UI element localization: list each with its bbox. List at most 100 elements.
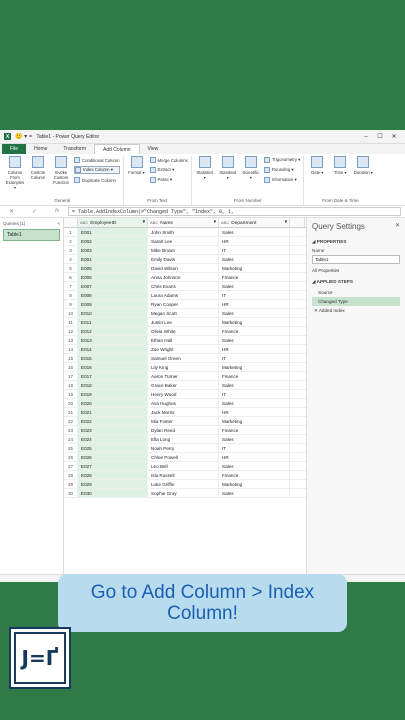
- statistics-button[interactable]: Statistics ▾: [195, 156, 215, 197]
- tab-add-column[interactable]: Add Column: [94, 144, 140, 154]
- row-number[interactable]: 20: [64, 399, 78, 407]
- department-cell[interactable]: Finance: [219, 327, 290, 335]
- employeeid-cell[interactable]: E021: [78, 408, 148, 416]
- row-number[interactable]: 29: [64, 480, 78, 488]
- employeeid-cell[interactable]: E016: [78, 363, 148, 371]
- maximize-button[interactable]: ☐: [373, 133, 387, 140]
- department-cell[interactable]: Sales: [219, 309, 290, 317]
- employeeid-cell[interactable]: E007: [78, 282, 148, 290]
- employeeid-cell[interactable]: E025: [78, 444, 148, 452]
- employeeid-cell[interactable]: E026: [78, 453, 148, 461]
- row-number[interactable]: 30: [64, 489, 78, 497]
- name-cell[interactable]: Justin Lee: [148, 318, 219, 326]
- employeeid-cell[interactable]: E015: [78, 354, 148, 362]
- name-cell[interactable]: Mike Brown: [148, 246, 219, 254]
- tab-view[interactable]: View: [140, 144, 167, 154]
- row-number[interactable]: 12: [64, 327, 78, 335]
- row-number[interactable]: 2: [64, 237, 78, 245]
- name-cell[interactable]: Mia Foster: [148, 417, 219, 425]
- index-column-button[interactable]: Index Column ▾: [74, 166, 120, 174]
- name-cell[interactable]: Dylan Reed: [148, 426, 219, 434]
- text-type-icon[interactable]: ABC: [80, 220, 88, 225]
- merge-columns-button[interactable]: Merge Columns: [149, 156, 188, 164]
- tab-home[interactable]: Home: [26, 144, 55, 154]
- tab-file[interactable]: File: [2, 144, 27, 154]
- row-number[interactable]: 25: [64, 444, 78, 452]
- row-number[interactable]: 15: [64, 354, 78, 362]
- department-cell[interactable]: Marketing: [219, 363, 290, 371]
- duplicate-column-button[interactable]: Duplicate Column: [74, 176, 120, 184]
- row-number[interactable]: 24: [64, 435, 78, 443]
- step-changed-type[interactable]: Changed Type: [312, 297, 400, 306]
- name-cell[interactable]: Olivia White: [148, 327, 219, 335]
- employeeid-cell[interactable]: E022: [78, 417, 148, 425]
- department-cell[interactable]: Sales: [219, 282, 290, 290]
- department-cell[interactable]: Sales: [219, 399, 290, 407]
- department-cell[interactable]: Sales: [219, 255, 290, 263]
- employeeid-cell[interactable]: E003: [78, 246, 148, 254]
- text-type-icon[interactable]: ABC: [150, 220, 158, 225]
- name-cell[interactable]: Ava Hughes: [148, 399, 219, 407]
- name-cell[interactable]: Sarah Lee: [148, 237, 219, 245]
- query-name-input[interactable]: Table1: [312, 255, 400, 264]
- row-number[interactable]: 11: [64, 318, 78, 326]
- date-button[interactable]: Date ▾: [307, 156, 327, 197]
- department-cell[interactable]: IT: [219, 390, 290, 398]
- department-cell[interactable]: IT: [219, 246, 290, 254]
- name-cell[interactable]: Grace Baker: [148, 381, 219, 389]
- row-number[interactable]: 26: [64, 453, 78, 461]
- department-cell[interactable]: Sales: [219, 336, 290, 344]
- employeeid-cell[interactable]: E010: [78, 309, 148, 317]
- filter-dropdown-icon[interactable]: ▾: [214, 220, 216, 225]
- row-number[interactable]: 27: [64, 462, 78, 470]
- department-cell[interactable]: Finance: [219, 471, 290, 479]
- employeeid-cell[interactable]: E019: [78, 390, 148, 398]
- row-number[interactable]: 3: [64, 246, 78, 254]
- row-number[interactable]: 22: [64, 417, 78, 425]
- column-header-name[interactable]: ABC Name ▾: [148, 218, 219, 227]
- cancel-formula-icon[interactable]: ✕: [9, 208, 14, 215]
- department-cell[interactable]: Finance: [219, 372, 290, 380]
- close-settings-icon[interactable]: ✕: [395, 222, 400, 231]
- row-number[interactable]: 21: [64, 408, 78, 416]
- name-cell[interactable]: Ethan Hall: [148, 336, 219, 344]
- name-cell[interactable]: Samuel Green: [148, 354, 219, 362]
- department-cell[interactable]: Finance: [219, 273, 290, 281]
- information-button[interactable]: Information ▾: [263, 176, 301, 184]
- department-cell[interactable]: HR: [219, 300, 290, 308]
- format-button[interactable]: Format ▾: [127, 156, 147, 197]
- name-cell[interactable]: Luke Griffin: [148, 480, 219, 488]
- employeeid-cell[interactable]: E006: [78, 273, 148, 281]
- formula-input[interactable]: = Table.AddIndexColumn(#"Changed Type", …: [68, 207, 401, 216]
- employeeid-cell[interactable]: E024: [78, 435, 148, 443]
- standard-button[interactable]: Standard ▾: [218, 156, 238, 197]
- employeeid-cell[interactable]: E027: [78, 462, 148, 470]
- step-added-index[interactable]: ✕ Added Index: [312, 306, 400, 316]
- department-cell[interactable]: HR: [219, 408, 290, 416]
- department-cell[interactable]: Marketing: [219, 264, 290, 272]
- employeeid-cell[interactable]: E012: [78, 327, 148, 335]
- name-cell[interactable]: Aaron Turner: [148, 372, 219, 380]
- name-cell[interactable]: Megan Scott: [148, 309, 219, 317]
- all-properties-link[interactable]: All Properties: [312, 268, 400, 273]
- employeeid-cell[interactable]: E002: [78, 237, 148, 245]
- name-cell[interactable]: Anna Johnson: [148, 273, 219, 281]
- row-number[interactable]: 19: [64, 390, 78, 398]
- rounding-button[interactable]: Rounding ▾: [263, 166, 301, 174]
- step-source[interactable]: Source: [312, 288, 400, 297]
- row-number[interactable]: 7: [64, 282, 78, 290]
- duration-button[interactable]: Duration ▾: [353, 156, 373, 197]
- employeeid-cell[interactable]: E013: [78, 336, 148, 344]
- column-header-department[interactable]: ABC Department ▾: [219, 218, 290, 227]
- department-cell[interactable]: Sales: [219, 381, 290, 389]
- tab-transform[interactable]: Transform: [55, 144, 94, 154]
- quick-access-toolbar[interactable]: 🙂 ▾ =: [15, 133, 32, 140]
- name-cell[interactable]: John Smith: [148, 228, 219, 236]
- row-number[interactable]: 8: [64, 291, 78, 299]
- department-cell[interactable]: Sales: [219, 435, 290, 443]
- department-cell[interactable]: HR: [219, 237, 290, 245]
- properties-header[interactable]: ◢ PROPERTIES: [312, 239, 400, 245]
- invoke-custom-function-button[interactable]: Invoke Custom Function: [51, 156, 71, 197]
- name-cell[interactable]: Jack Morris: [148, 408, 219, 416]
- row-number-header[interactable]: [64, 218, 78, 227]
